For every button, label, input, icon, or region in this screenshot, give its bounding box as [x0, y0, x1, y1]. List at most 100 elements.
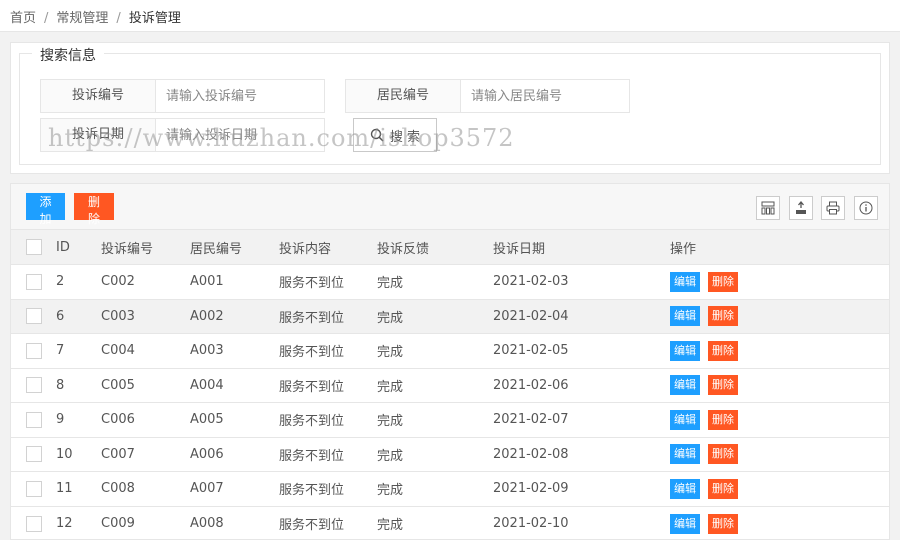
cell-complaint-code: C003: [101, 308, 135, 324]
header-complaint-content: 投诉内容: [279, 241, 332, 257]
cell-complaint-code: C007: [101, 446, 135, 462]
resident-code-input[interactable]: [461, 80, 629, 112]
cell-complaint-feedback: 完成: [377, 379, 404, 395]
cell-complaint-date: 2021-02-10: [493, 516, 569, 531]
header-complaint-code: 投诉编号: [101, 241, 154, 257]
cell-complaint-content: 服务不到位: [279, 310, 345, 326]
delete-row-button[interactable]: 删除: [708, 306, 738, 327]
table-header-row: ID 投诉编号 居民编号 投诉内容 投诉反馈 投诉日期 操作: [11, 230, 889, 265]
header-actions: 操作: [670, 241, 697, 257]
cell-complaint-code: C006: [101, 412, 135, 428]
select-all-checkbox[interactable]: [26, 239, 42, 255]
table-row: 8 C005 A004 服务不到位 完成 2021-02-06 编辑 删除: [11, 368, 889, 403]
cell-complaint-code: C008: [101, 481, 135, 497]
cell-id: 10: [56, 446, 73, 462]
breadcrumb-current: 投诉管理: [128, 11, 181, 26]
row-checkbox[interactable]: [26, 273, 42, 290]
cell-complaint-feedback: 完成: [377, 276, 404, 292]
edit-row-button[interactable]: 编辑: [670, 340, 700, 361]
edit-row-button[interactable]: 编辑: [670, 375, 700, 396]
header-resident-code: 居民编号: [190, 241, 243, 257]
edit-row-button[interactable]: 编辑: [670, 478, 700, 499]
row-checkbox[interactable]: [26, 377, 42, 394]
delete-row-button[interactable]: 删除: [708, 444, 738, 465]
edit-row-button[interactable]: 编辑: [670, 271, 700, 292]
header-complaint-feedback: 投诉反馈: [377, 241, 430, 257]
resident-code-row: 居民编号: [345, 79, 630, 113]
cell-complaint-date: 2021-02-03: [493, 274, 569, 290]
edit-row-button[interactable]: 编辑: [670, 306, 700, 327]
cell-complaint-code: C004: [101, 343, 135, 359]
row-checkbox[interactable]: [26, 446, 42, 463]
breadcrumb-separator: /: [116, 11, 121, 26]
cell-complaint-feedback: 完成: [377, 310, 404, 326]
table-row: 7 C004 A003 服务不到位 完成 2021-02-05 编辑 删除: [11, 333, 889, 369]
row-checkbox[interactable]: [26, 308, 42, 325]
breadcrumb: 首页 / 常规管理 / 投诉管理: [0, 0, 900, 32]
search-legend: 搜索信息: [32, 45, 104, 65]
breadcrumb-general[interactable]: 常规管理: [56, 11, 108, 26]
table-row: 12 C009 A008 服务不到位 完成 2021-02-10 编辑 删除: [11, 506, 889, 540]
cell-complaint-content: 服务不到位: [279, 379, 345, 395]
info-icon[interactable]: [854, 196, 878, 220]
print-icon[interactable]: [821, 196, 845, 220]
cell-complaint-content: 服务不到位: [279, 483, 345, 499]
cell-id: 12: [56, 516, 73, 531]
cell-resident-code: A001: [190, 274, 224, 290]
complaint-date-label: 投诉日期: [41, 119, 156, 151]
cell-complaint-code: C009: [101, 516, 135, 531]
delete-row-button[interactable]: 删除: [708, 340, 738, 361]
breadcrumb-separator: /: [44, 11, 49, 26]
complaint-code-row: 投诉编号: [40, 79, 325, 113]
add-button[interactable]: 添加: [26, 193, 65, 226]
cell-complaint-feedback: 完成: [377, 345, 404, 361]
search-panel: 搜索信息 投诉编号 居民编号 投诉日期 搜 索: [10, 42, 890, 174]
row-checkbox[interactable]: [26, 411, 42, 428]
delete-row-button[interactable]: 删除: [708, 478, 738, 499]
search-button[interactable]: 搜 索: [353, 118, 437, 152]
cell-complaint-content: 服务不到位: [279, 448, 345, 464]
cell-id: 7: [56, 343, 65, 359]
header-complaint-date: 投诉日期: [493, 241, 546, 257]
table-row: 11 C008 A007 服务不到位 完成 2021-02-09 编辑 删除: [11, 471, 889, 507]
cell-complaint-feedback: 完成: [377, 518, 404, 533]
cell-complaint-content: 服务不到位: [279, 518, 345, 533]
cell-id: 2: [56, 274, 65, 290]
cell-complaint-feedback: 完成: [377, 414, 404, 430]
cell-complaint-code: C002: [101, 274, 135, 290]
table-row: 10 C007 A006 服务不到位 完成 2021-02-08 编辑 删除: [11, 437, 889, 472]
columns-icon[interactable]: [756, 196, 780, 220]
cell-resident-code: A007: [190, 481, 224, 497]
cell-complaint-feedback: 完成: [377, 448, 404, 464]
delete-row-button[interactable]: 删除: [708, 513, 738, 534]
edit-row-button[interactable]: 编辑: [670, 513, 700, 534]
row-checkbox[interactable]: [26, 480, 42, 497]
cell-complaint-content: 服务不到位: [279, 345, 345, 361]
cell-complaint-date: 2021-02-04: [493, 308, 569, 324]
complaint-code-input[interactable]: [156, 80, 324, 112]
table-row: 6 C003 A002 服务不到位 完成 2021-02-04 编辑 删除: [11, 299, 889, 334]
edit-row-button[interactable]: 编辑: [670, 409, 700, 430]
delete-row-button[interactable]: 删除: [708, 375, 738, 396]
cell-id: 11: [56, 481, 73, 497]
complaint-code-label: 投诉编号: [41, 80, 156, 112]
cell-complaint-date: 2021-02-09: [493, 481, 569, 497]
edit-row-button[interactable]: 编辑: [670, 444, 700, 465]
cell-resident-code: A006: [190, 446, 224, 462]
search-button-label: 搜 索: [389, 129, 421, 145]
cell-id: 9: [56, 412, 65, 428]
delete-button[interactable]: 删除: [74, 193, 114, 226]
breadcrumb-home[interactable]: 首页: [10, 11, 36, 26]
row-checkbox[interactable]: [26, 515, 42, 532]
cell-complaint-feedback: 完成: [377, 483, 404, 499]
header-id: ID: [56, 239, 70, 255]
export-icon[interactable]: [789, 196, 813, 220]
cell-id: 6: [56, 308, 65, 324]
delete-row-button[interactable]: 删除: [708, 271, 738, 292]
row-checkbox[interactable]: [26, 342, 42, 359]
table-panel: 添加 删除 ID 投诉编号 居民编号 投诉内容 投诉反馈 投诉日期 操作 2 C…: [10, 183, 890, 540]
search-fieldset: 搜索信息 投诉编号 居民编号 投诉日期 搜 索: [19, 45, 881, 165]
complaint-date-input[interactable]: [156, 119, 324, 151]
delete-row-button[interactable]: 删除: [708, 409, 738, 430]
cell-complaint-content: 服务不到位: [279, 414, 345, 430]
